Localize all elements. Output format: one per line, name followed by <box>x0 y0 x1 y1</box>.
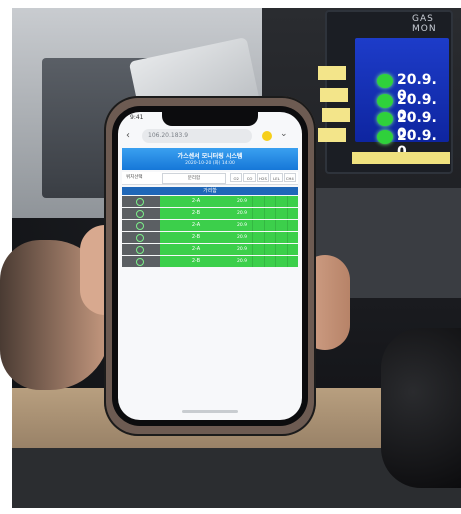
sticky-note <box>318 128 346 142</box>
sensor-status-icon <box>136 258 144 266</box>
gas-filter-button[interactable]: CO <box>243 173 256 182</box>
sensor-id: 2-B <box>160 232 232 243</box>
gas-cell <box>275 244 287 255</box>
monitor-reading-row: 20.9. 0. <box>357 92 449 124</box>
status-led-icon <box>377 94 393 108</box>
gas-cell <box>275 196 287 207</box>
row-status-cell <box>122 256 160 267</box>
gas-cell <box>252 196 264 207</box>
gas-cell <box>286 220 298 231</box>
gas-cell <box>252 220 264 231</box>
gas-cell <box>252 232 264 243</box>
sensor-table: 2-A 20.9 2-B 20.9 2-A 20.9 2-B 20.9 2-A … <box>122 196 298 268</box>
gas-filter-button[interactable]: O2 <box>230 173 243 182</box>
table-row[interactable]: 2-B 20.9 <box>122 208 298 219</box>
phone-notch <box>162 112 258 126</box>
location-select[interactable]: 분리함 <box>162 173 226 184</box>
sensor-id: 2-A <box>160 220 232 231</box>
table-row[interactable]: 2-A 20.9 <box>122 220 298 231</box>
sensor-status-icon <box>136 234 144 242</box>
gas-cell <box>286 196 298 207</box>
status-led-icon <box>377 74 393 88</box>
sticky-note <box>400 152 450 164</box>
browser-url-bar: ‹ 106.20.183.9 ⌄ <box>124 128 296 144</box>
table-row[interactable]: 2-A 20.9 <box>122 244 298 255</box>
monitor-reading-row: 20.9. 0. <box>357 110 449 142</box>
gas-cell <box>263 208 275 219</box>
sensor-value: 20.9 <box>232 244 252 255</box>
gas-cell <box>263 256 275 267</box>
app-banner: 가스센서 모니터링 시스템 2020-10-20 (화) 14:00 <box>122 148 298 170</box>
gas-cell <box>263 220 275 231</box>
gas-filter-button[interactable]: H2S <box>256 173 270 182</box>
app-title: 가스센서 모니터링 시스템 <box>177 153 243 160</box>
status-led-icon <box>377 130 393 144</box>
gas-cell <box>263 232 275 243</box>
sensor-status-icon <box>136 198 144 206</box>
gas-cell <box>286 244 298 255</box>
gas-cell <box>286 208 298 219</box>
gas-monitor-title: GAS MON <box>412 14 437 34</box>
sensor-status-icon <box>136 222 144 230</box>
row-status-cell <box>122 208 160 219</box>
back-arrow-icon[interactable]: ‹ <box>126 130 130 141</box>
sticky-note <box>318 66 346 80</box>
gas-filter-button[interactable]: LEL <box>270 173 283 182</box>
gas-cell <box>263 244 275 255</box>
monitor-reading-row: 20.9. 0. <box>357 128 449 160</box>
gas-cell <box>252 244 264 255</box>
table-row[interactable]: 2-B 20.9 <box>122 232 298 243</box>
home-indicator[interactable] <box>182 410 238 413</box>
table-header: 가리함 <box>122 187 298 195</box>
sensor-id: 2-A <box>160 244 232 255</box>
gas-cell <box>275 208 287 219</box>
extension-badge-icon[interactable] <box>262 131 272 141</box>
gas-cell <box>286 256 298 267</box>
sticky-note <box>322 108 350 122</box>
sticky-note <box>320 88 348 102</box>
gas-type-buttons: O2 CO H2S LEL CH4 <box>230 173 297 182</box>
chevron-down-icon[interactable]: ⌄ <box>280 129 288 139</box>
location-filter: 위치선택 분리함 O2 CO H2S LEL CH4 <box>122 172 298 185</box>
sensor-value: 20.9 <box>232 208 252 219</box>
gas-cell <box>252 256 264 267</box>
sensor-value: 20.9 <box>232 196 252 207</box>
sensor-id: 2-A <box>160 196 232 207</box>
filter-label: 위치선택 <box>126 175 143 180</box>
row-status-cell <box>122 220 160 231</box>
sensor-value: 20.9 <box>232 220 252 231</box>
phone-screen: 9:41 ‹ 106.20.183.9 ⌄ 가스센서 모니터링 시스템 2020… <box>118 112 302 420</box>
dark-knob <box>381 328 461 488</box>
sticky-note <box>352 152 402 164</box>
status-led-icon <box>377 112 393 126</box>
sensor-value: 20.9 <box>232 256 252 267</box>
status-time: 9:41 <box>130 114 144 121</box>
row-status-cell <box>122 232 160 243</box>
gas-cell <box>252 208 264 219</box>
url-input[interactable]: 106.20.183.9 <box>142 129 252 143</box>
gas-cell <box>275 256 287 267</box>
sensor-status-icon <box>136 246 144 254</box>
row-status-cell <box>122 244 160 255</box>
sensor-id: 2-B <box>160 208 232 219</box>
gas-cell <box>286 232 298 243</box>
table-row[interactable]: 2-B 20.9 <box>122 256 298 267</box>
sensor-status-icon <box>136 210 144 218</box>
gas-filter-button[interactable]: CH4 <box>283 173 297 182</box>
app-subtitle: 2020-10-20 (화) 14:00 <box>185 161 235 166</box>
gas-cell <box>275 220 287 231</box>
sensor-id: 2-B <box>160 256 232 267</box>
gas-cell <box>263 196 275 207</box>
gas-cell <box>275 232 287 243</box>
table-row[interactable]: 2-A 20.9 <box>122 196 298 207</box>
row-status-cell <box>122 196 160 207</box>
monitor-reading-row: 20.9. 0. <box>357 72 449 104</box>
sensor-value: 20.9 <box>232 232 252 243</box>
